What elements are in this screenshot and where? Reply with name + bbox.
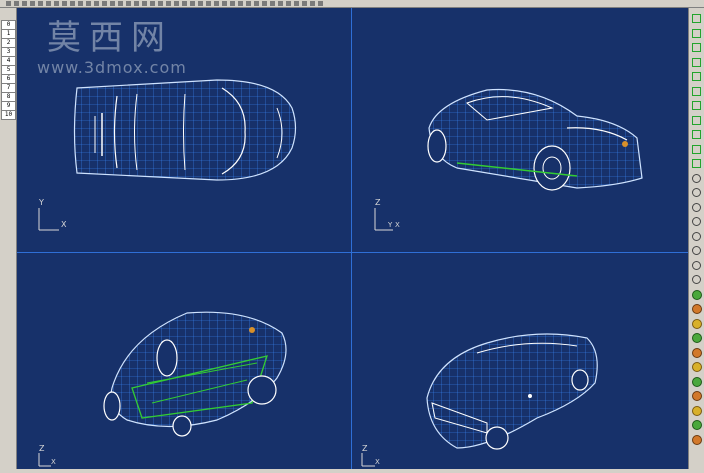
toolbar-button[interactable] bbox=[22, 1, 27, 6]
toolbar-button[interactable] bbox=[166, 1, 171, 6]
toolbar-button[interactable] bbox=[310, 1, 315, 6]
render-icon[interactable] bbox=[692, 304, 702, 314]
arrow-icon[interactable] bbox=[692, 101, 701, 110]
axis-indicator-bottom: Z X bbox=[38, 444, 56, 467]
top-toolbar bbox=[0, 0, 704, 8]
toolbar-button[interactable] bbox=[102, 1, 107, 6]
rear-view-car bbox=[426, 333, 598, 450]
zoom-icon[interactable] bbox=[692, 202, 701, 212]
bottom-view-car bbox=[103, 311, 287, 437]
axis-label-x: X bbox=[61, 220, 67, 229]
render-icon[interactable] bbox=[692, 333, 702, 343]
toolbar-button[interactable] bbox=[38, 1, 43, 6]
render-icon[interactable] bbox=[692, 391, 702, 401]
render-icon[interactable] bbox=[692, 405, 702, 416]
toolbar-button[interactable] bbox=[6, 1, 11, 6]
toolbar-button[interactable] bbox=[270, 1, 275, 6]
axis-label-z: Z bbox=[375, 198, 381, 207]
render-icon[interactable] bbox=[692, 434, 702, 445]
redo-icon[interactable] bbox=[692, 275, 701, 284]
render-icon[interactable] bbox=[692, 347, 702, 358]
undo-icon[interactable] bbox=[692, 260, 701, 270]
arrow-icon[interactable] bbox=[692, 130, 701, 139]
toolbar-button[interactable] bbox=[206, 1, 211, 6]
watermark-logo: 莫西网 bbox=[47, 18, 173, 58]
toolbar-button[interactable] bbox=[46, 1, 51, 6]
axis-label-y: Y bbox=[387, 221, 393, 229]
render-icon[interactable] bbox=[692, 318, 702, 329]
toolbar-button[interactable] bbox=[30, 1, 35, 6]
toolbar-button[interactable] bbox=[254, 1, 259, 6]
toolbar-button[interactable] bbox=[278, 1, 283, 6]
render-icon[interactable] bbox=[692, 420, 702, 430]
toolbar-button[interactable] bbox=[126, 1, 131, 6]
perspective-front-car bbox=[427, 88, 643, 191]
toolbar-button[interactable] bbox=[110, 1, 115, 6]
toolbar-button[interactable] bbox=[14, 1, 19, 6]
snap-icon[interactable] bbox=[692, 86, 701, 96]
top-view-car bbox=[73, 79, 297, 181]
snap-icon[interactable] bbox=[692, 57, 701, 67]
toolbar-button[interactable] bbox=[190, 1, 195, 6]
zoom-icon[interactable] bbox=[692, 173, 701, 183]
toolbar-button[interactable] bbox=[70, 1, 75, 6]
axis-label-x: X bbox=[375, 458, 380, 466]
axis-indicator-top: Y X bbox=[38, 198, 67, 231]
toolbar-button[interactable] bbox=[318, 1, 323, 6]
axis-label-z: Z bbox=[39, 444, 45, 453]
render-icon[interactable] bbox=[692, 376, 702, 387]
snap-icon[interactable] bbox=[692, 72, 701, 81]
axis-label-x: X bbox=[51, 458, 56, 466]
snap-icon[interactable] bbox=[692, 43, 701, 52]
toolbar-button[interactable] bbox=[174, 1, 179, 6]
toolbar-button[interactable] bbox=[134, 1, 139, 6]
axis-label-y: Y bbox=[38, 198, 44, 207]
pan-icon[interactable] bbox=[692, 246, 701, 255]
snap-icon[interactable] bbox=[692, 14, 701, 23]
arrow-icon[interactable] bbox=[692, 159, 701, 168]
render-icon[interactable] bbox=[692, 362, 702, 372]
toolbar-button[interactable] bbox=[262, 1, 267, 6]
axis-indicator-rear: Z X bbox=[361, 444, 380, 467]
viewport-canvas[interactable]: Y X Z Y X Z X Z X 莫西网 www.3dmox.com bbox=[17, 8, 688, 469]
layer-button[interactable]: 10 bbox=[1, 110, 16, 120]
toolbar-button[interactable] bbox=[302, 1, 307, 6]
snap-icon[interactable] bbox=[692, 28, 701, 38]
axis-label-z: Z bbox=[362, 444, 368, 453]
toolbar-button[interactable] bbox=[150, 1, 155, 6]
axis-label-x: X bbox=[395, 221, 400, 229]
toolbar-button[interactable] bbox=[222, 1, 227, 6]
toolbar-button[interactable] bbox=[54, 1, 59, 6]
viewport-svg: Y X Z Y X Z X Z X bbox=[38, 79, 643, 467]
toolbar-button[interactable] bbox=[246, 1, 251, 6]
watermark-url: www.3dmox.com bbox=[37, 58, 187, 77]
arrow-icon[interactable] bbox=[692, 115, 701, 125]
toolbar-button[interactable] bbox=[78, 1, 83, 6]
zoom-icon[interactable] bbox=[692, 188, 701, 197]
render-icon[interactable] bbox=[692, 289, 702, 300]
rotate-icon[interactable] bbox=[692, 231, 701, 241]
toolbar-button[interactable] bbox=[198, 1, 203, 6]
zoom-icon[interactable] bbox=[692, 217, 701, 226]
toolbar-button[interactable] bbox=[118, 1, 123, 6]
toolbar-button[interactable] bbox=[142, 1, 147, 6]
arrow-icon[interactable] bbox=[692, 144, 701, 154]
viewport-divider-horizontal[interactable] bbox=[17, 252, 688, 253]
toolbar-button[interactable] bbox=[182, 1, 187, 6]
toolbar-button[interactable] bbox=[230, 1, 235, 6]
toolbar-button[interactable] bbox=[158, 1, 163, 6]
toolbar-button[interactable] bbox=[62, 1, 67, 6]
right-toolbar bbox=[688, 8, 704, 469]
layer-bar: 0 1 2 3 4 5 6 7 8 9 10 bbox=[0, 8, 17, 469]
viewport-divider-vertical[interactable] bbox=[351, 8, 352, 469]
toolbar-button[interactable] bbox=[294, 1, 299, 6]
toolbar-button[interactable] bbox=[94, 1, 99, 6]
toolbar-button[interactable] bbox=[214, 1, 219, 6]
toolbar-button[interactable] bbox=[86, 1, 91, 6]
toolbar-button[interactable] bbox=[238, 1, 243, 6]
axis-indicator-front: Z Y X bbox=[374, 198, 400, 231]
toolbar-button[interactable] bbox=[286, 1, 291, 6]
